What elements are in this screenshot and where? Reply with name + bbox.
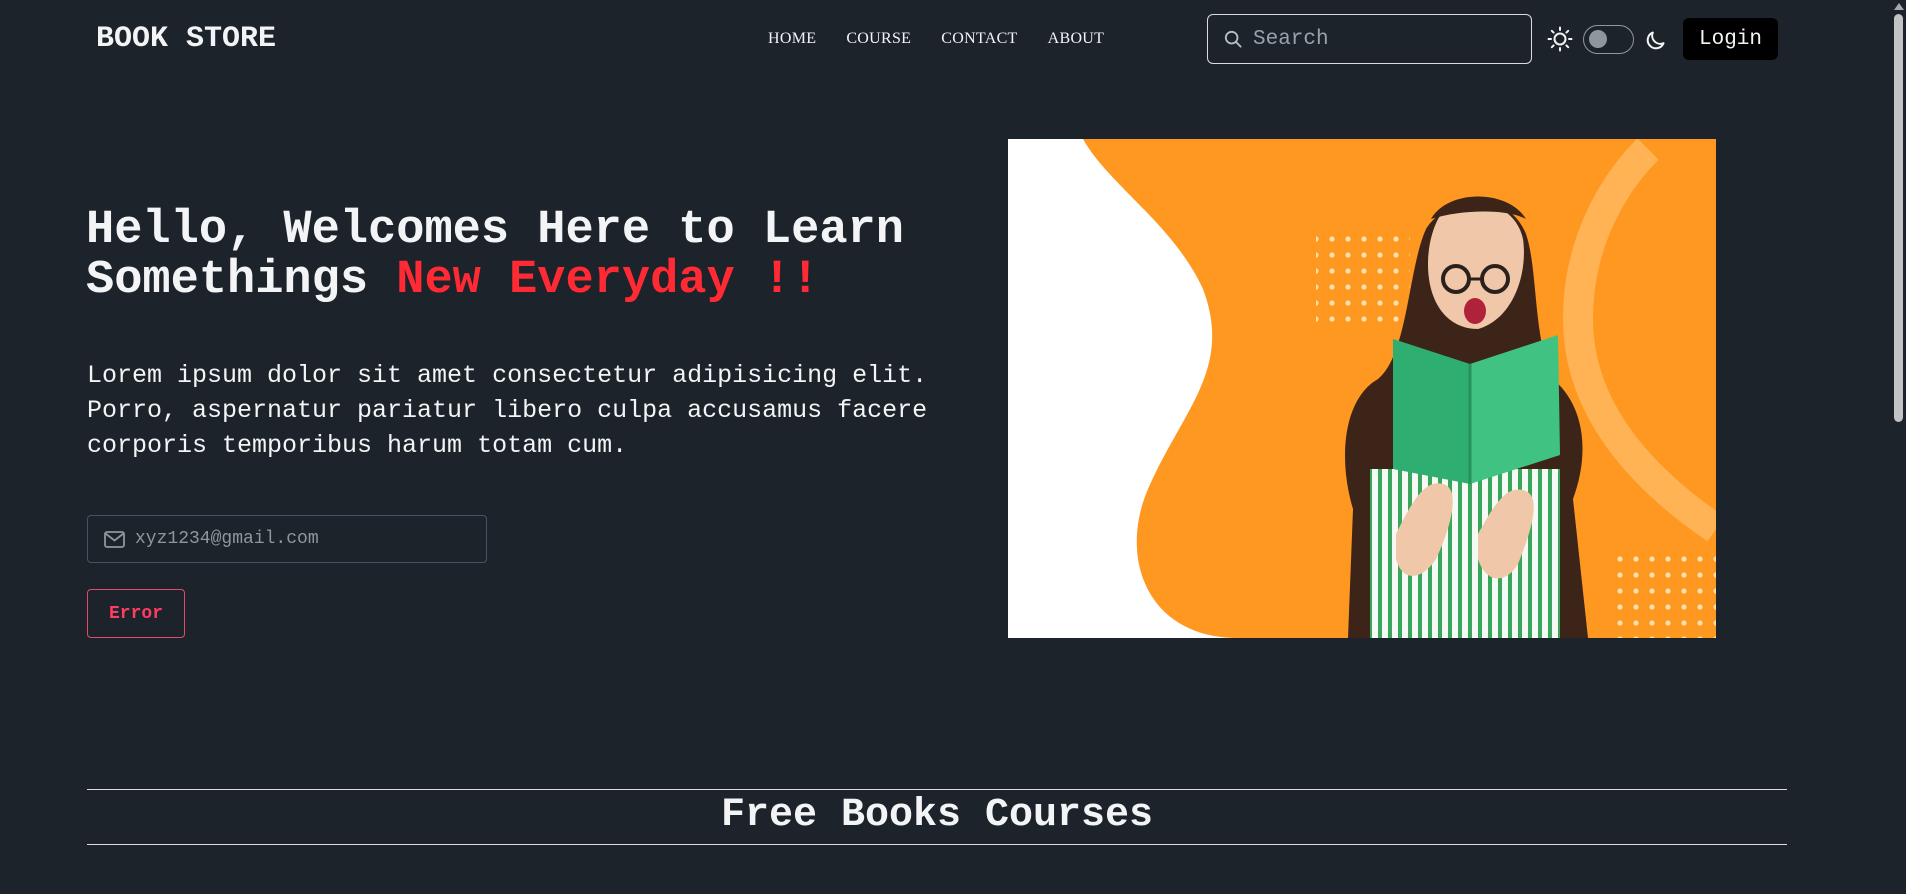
theme-toggle[interactable] (1583, 25, 1634, 54)
login-button[interactable]: Login (1683, 18, 1778, 60)
search-box[interactable] (1207, 14, 1532, 64)
hero-illustration (1008, 139, 1716, 638)
site-logo[interactable]: BOOK STORE (96, 22, 276, 56)
section-divider-bottom (87, 844, 1787, 845)
nav-about[interactable]: ABOUT (1048, 30, 1105, 48)
section-divider-top (87, 789, 1787, 790)
mail-icon (104, 530, 125, 548)
scroll-up-icon[interactable] (1894, 3, 1904, 10)
search-icon (1224, 30, 1242, 48)
hero-description: Lorem ipsum dolor sit amet consectetur a… (87, 361, 928, 460)
page: BOOK STORE HOME COURSE CONTACT ABOUT Sea… (0, 0, 1906, 894)
hero-title: Hello, Welcomes Here to Learn Somethings… (86, 206, 986, 306)
sun-icon[interactable] (1547, 26, 1573, 52)
section-title: Free Books Courses (720, 793, 1154, 838)
vertical-scrollbar[interactable] (1891, 0, 1906, 894)
email-input[interactable] (133, 528, 477, 550)
nav-course[interactable]: COURSE (846, 30, 911, 48)
search-input[interactable] (1251, 26, 1525, 52)
nav-contact[interactable]: CONTACT (941, 30, 1017, 48)
toggle-knob (1589, 30, 1607, 48)
error-button[interactable]: Error (87, 589, 185, 638)
hero-title-accent: New Everyday !! (396, 254, 820, 307)
scrollbar-thumb[interactable] (1894, 14, 1903, 422)
moon-icon[interactable] (1644, 28, 1668, 52)
email-field[interactable] (87, 515, 487, 563)
main-nav: HOME COURSE CONTACT ABOUT (768, 30, 1134, 48)
nav-home[interactable]: HOME (768, 30, 816, 48)
